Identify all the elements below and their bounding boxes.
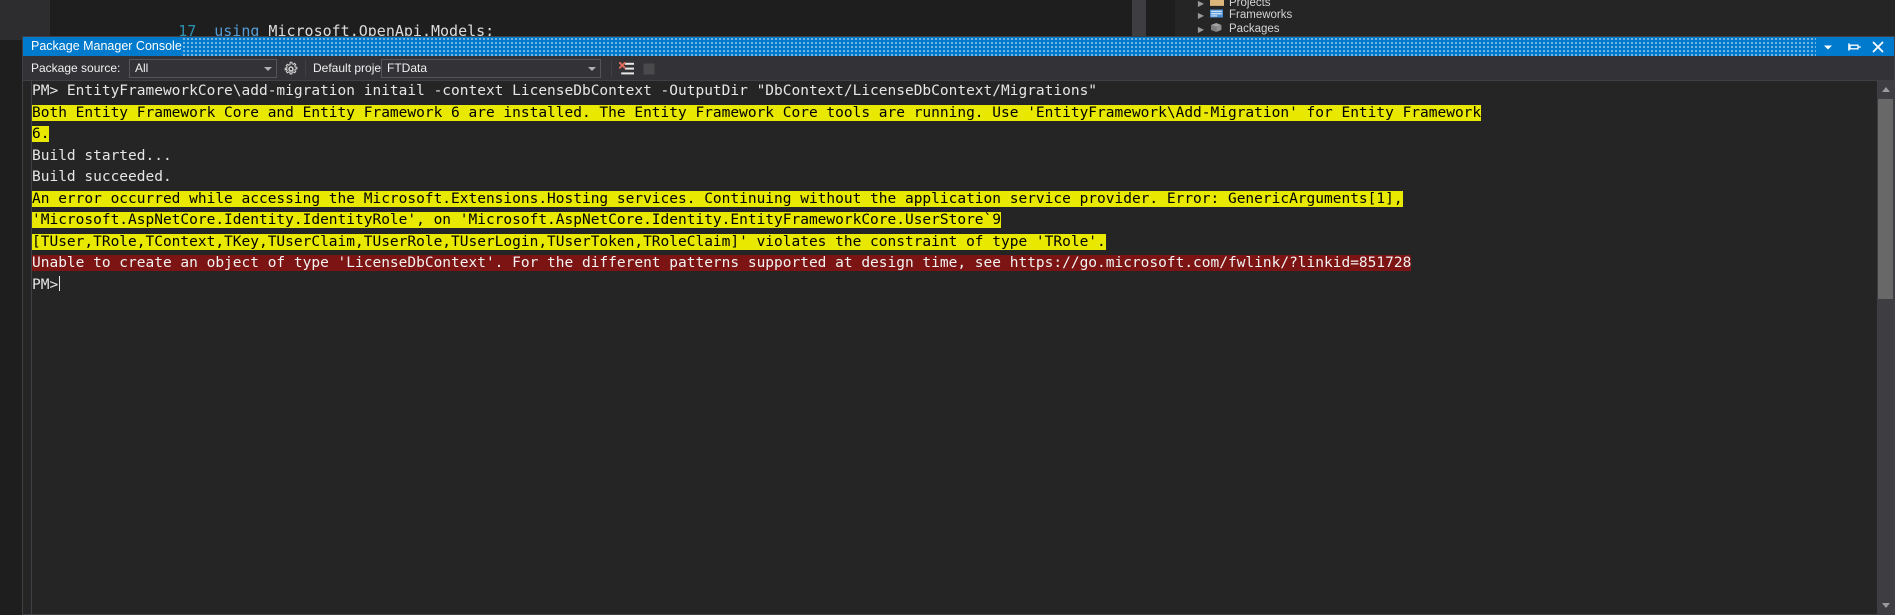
default-project-value: FTData: [387, 61, 428, 75]
scrollbar-thumb[interactable]: [1878, 99, 1893, 299]
clear-console-button[interactable]: [617, 59, 637, 78]
tree-item-packages[interactable]: ▶ Packages: [1193, 22, 1280, 37]
chevron-right-icon[interactable]: ▶: [1193, 22, 1209, 37]
default-project-dropdown[interactable]: FTData: [381, 59, 601, 78]
tree-item-label: Frameworks: [1229, 9, 1293, 21]
console-warning-text: 6.: [32, 126, 50, 142]
console-line: Both Entity Framework Core and Entity Fr…: [32, 103, 1876, 125]
console-line: An error occurred while accessing the Mi…: [32, 189, 1876, 211]
package-source-value: All: [135, 61, 149, 75]
console-line: Unable to create an object of type 'Lice…: [32, 253, 1876, 275]
console-line: 6.: [32, 124, 1876, 146]
editor-margin: [0, 0, 50, 40]
console-status-text: Build started...: [32, 147, 172, 164]
package-manager-console-window: Package Manager Console Package source: …: [22, 36, 1895, 615]
console-left-margin: [23, 81, 32, 614]
tree-item-label: Packages: [1229, 23, 1280, 35]
console-line: Build started...: [32, 146, 1876, 168]
settings-gear-button[interactable]: [281, 59, 301, 78]
package-source-dropdown[interactable]: All: [129, 59, 277, 78]
frameworks-icon: [1209, 8, 1225, 19]
folder-icon: [1209, 0, 1225, 7]
package-source-label-text: Package source:: [31, 61, 121, 75]
stop-button[interactable]: [639, 59, 659, 78]
console-toolbar: Package source: All Default project: FTD…: [23, 56, 1894, 81]
titlebar-drag-dots: [183, 37, 1816, 56]
tree-item-frameworks[interactable]: ▶ Frameworks: [1193, 8, 1292, 23]
console-output-area[interactable]: PM> EntityFrameworkCore\add-migration in…: [23, 81, 1894, 614]
scroll-down-button[interactable]: [1877, 597, 1894, 614]
console-warning-text: [TUser,TRole,TContext,TKey,TUserClaim,TU…: [32, 233, 1106, 250]
gear-icon: [284, 61, 298, 74]
code-editor-strip: 17using Microsoft.OpenApi.Models; 18usin…: [0, 0, 1895, 40]
toolbar-separator: [611, 60, 612, 77]
console-warning-text: 'Microsoft.AspNetCore.Identity.IdentityR…: [32, 212, 1002, 228]
console-prompt-line[interactable]: PM>: [32, 275, 1876, 297]
tool-window-titlebar[interactable]: Package Manager Console: [23, 37, 1894, 56]
console-vertical-scrollbar[interactable]: [1877, 81, 1894, 614]
toolbar-separator: [305, 60, 306, 77]
scrollbar-track[interactable]: [1132, 0, 1146, 40]
close-icon[interactable]: [1866, 37, 1890, 56]
console-line: Build succeeded.: [32, 167, 1876, 189]
solution-explorer-panel: ▶ Projects ▶ Frameworks ▶ Packages: [1175, 0, 1895, 40]
packages-icon: [1209, 22, 1225, 33]
scroll-up-button[interactable]: [1877, 81, 1894, 98]
console-line: PM> EntityFrameworkCore\add-migration in…: [32, 81, 1876, 103]
chevron-down-icon[interactable]: [264, 67, 272, 71]
editor-vertical-scrollbar[interactable]: [1128, 0, 1175, 40]
console-warning-text: Both Entity Framework Core and Entity Fr…: [32, 104, 1482, 121]
stop-icon: [643, 63, 655, 74]
clear-console-icon: [619, 61, 634, 74]
tool-window-title: Package Manager Console: [31, 39, 182, 53]
console-error-text: Unable to create an object of type 'Lice…: [32, 255, 1412, 271]
editor-text-area[interactable]: 17using Microsoft.OpenApi.Models; 18usin…: [50, 0, 1128, 40]
code-line: 17 using Microsoft.OpenApi.Models;: [50, 0, 494, 40]
console-command: PM> EntityFrameworkCore\add-migration in…: [32, 83, 1098, 99]
package-source-label: Package source:: [31, 56, 120, 81]
text-caret: [59, 275, 61, 291]
console-warning-text: An error occurred while accessing the Mi…: [32, 190, 1403, 207]
console-prompt: PM>: [32, 276, 59, 293]
chevron-down-icon[interactable]: [1816, 37, 1840, 56]
console-status-text: Build succeeded.: [32, 169, 172, 185]
chevron-down-icon[interactable]: [588, 67, 596, 71]
chevron-right-icon[interactable]: ▶: [1193, 8, 1209, 23]
console-text[interactable]: PM> EntityFrameworkCore\add-migration in…: [32, 81, 1876, 614]
console-line: 'Microsoft.AspNetCore.Identity.IdentityR…: [32, 210, 1876, 232]
pin-icon[interactable]: [1842, 37, 1866, 56]
console-line: [TUser,TRole,TContext,TKey,TUserClaim,TU…: [32, 232, 1876, 254]
